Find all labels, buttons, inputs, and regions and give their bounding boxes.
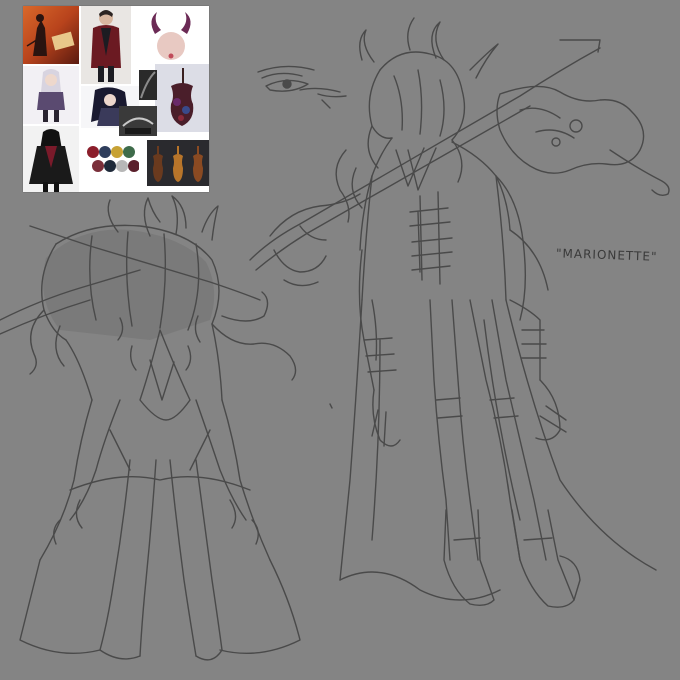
sketch-canvas: "MARIONETTE" — [0, 0, 680, 680]
front-view-figure — [249, 17, 670, 608]
back-view-figure — [0, 195, 301, 661]
eye-study — [257, 65, 347, 109]
character-sketch — [0, 17, 670, 661]
